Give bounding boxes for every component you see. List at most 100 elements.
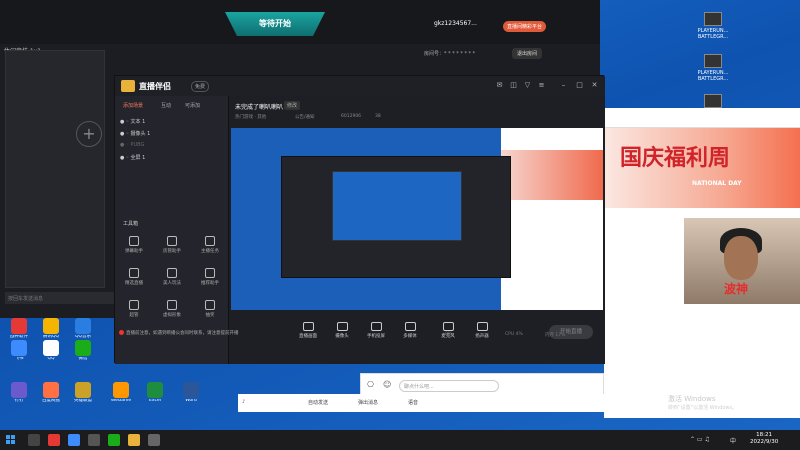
tool-item[interactable]: 超管 <box>119 300 149 318</box>
gift-icon[interactable]: ◫ <box>509 81 518 90</box>
app-icon[interactable] <box>88 434 100 446</box>
desktop-icon-playerunknown-2[interactable]: PLAYERUN... BATTLEGR... <box>690 54 736 82</box>
stream-preview <box>231 128 603 310</box>
tool-item[interactable]: 主播任务 <box>195 236 225 254</box>
alert-icon <box>119 330 124 335</box>
tool-icon <box>129 300 139 310</box>
app-icon[interactable] <box>128 434 140 446</box>
close-icon[interactable]: ✕ <box>590 81 599 90</box>
auto-send-toggle[interactable]: 自动发送 <box>308 399 328 406</box>
minimize-icon[interactable]: – <box>559 81 568 90</box>
ime-indicator[interactable]: 中 <box>730 436 736 445</box>
clock-time: 18:21 <box>756 432 773 438</box>
desktop-icon-label: 飞书 <box>14 357 24 361</box>
chat-message-input[interactable]: 聊点什么吧... <box>399 380 499 392</box>
toolbox-title: 工具箱 <box>123 221 139 227</box>
tool-item[interactable]: 虚拟形象 <box>157 300 187 318</box>
banner-title: 国庆福利周 <box>620 146 731 171</box>
phone-cast-button[interactable]: 手机投屏 <box>359 322 393 339</box>
desktop-icon-10[interactable]: WeGame <box>106 382 136 404</box>
app-icon[interactable] <box>148 434 160 446</box>
add-player-icon[interactable]: + <box>76 121 102 147</box>
app-icon[interactable] <box>68 434 80 446</box>
emoji-icon[interactable]: ☺ <box>383 380 391 389</box>
filter-icon[interactable]: ▽ <box>523 81 532 90</box>
btn-label: 手机投屏 <box>367 334 385 339</box>
preview-banner <box>501 150 603 200</box>
room-label-text: 房间号： <box>424 51 445 57</box>
tray-icons[interactable]: ⌃ ▭ ♫ <box>690 436 710 443</box>
desktop-icon-12[interactable]: Word <box>176 382 206 404</box>
status-memory: 内存 17% <box>545 333 566 338</box>
btn-label: 多媒体 <box>403 334 417 339</box>
app-icon <box>75 318 91 334</box>
desktop-icon-9[interactable]: 英雄联盟 <box>68 382 98 404</box>
tool-icon <box>205 300 215 310</box>
app-icon[interactable] <box>48 434 60 446</box>
tool-item[interactable]: 房管助手 <box>157 236 187 254</box>
desktop-icon-8[interactable]: 百度网盘 <box>36 382 66 404</box>
activate-windows-watermark: 激活 Windows <box>668 395 716 403</box>
tool-icon <box>167 300 177 310</box>
maximize-icon[interactable]: □ <box>575 81 584 90</box>
scene-item[interactable]: ● ◦ PUBG <box>120 142 144 148</box>
gamepad-icon[interactable]: ⎔ <box>367 380 374 389</box>
panel-toolbar <box>604 108 800 128</box>
tab-addable[interactable]: 可添加 <box>185 102 200 109</box>
tool-item[interactable]: 抽奖 <box>195 300 225 318</box>
phone-icon <box>370 322 382 331</box>
status-drop: 0% <box>445 332 453 337</box>
taskbar: ⌃ ▭ ♫ 中 18:21 2022/9/30 <box>0 430 800 450</box>
tab-interact[interactable]: 互动 <box>161 102 171 109</box>
search-icon[interactable] <box>28 434 40 446</box>
app-icon <box>113 382 129 398</box>
clock[interactable]: 18:21 2022/9/30 <box>750 432 778 446</box>
recursive-preview-inner <box>332 171 462 241</box>
notice-link: 公告/通知 <box>295 115 315 120</box>
desktop-icon-4[interactable]: 飞书 <box>4 340 34 362</box>
live-client-header: 等待开始 休闲竞技·1v1 gkz1234567... 直播间精彩平台 房间号：… <box>0 0 600 59</box>
media-button[interactable]: 多媒体 <box>393 322 427 339</box>
popup-toggle[interactable]: 弹出消息 <box>358 399 378 406</box>
menu-icon[interactable]: ≡ <box>537 81 546 90</box>
tool-item[interactable]: 推荐助手 <box>195 268 225 286</box>
username[interactable]: gkz1234567... <box>434 20 477 27</box>
clock-date: 2022/9/30 <box>750 439 779 446</box>
app-icon <box>43 382 59 398</box>
desktop-icon-6[interactable]: 微信 <box>68 340 98 362</box>
scene-item[interactable]: ● ◦ 文本 1 <box>120 118 145 125</box>
desktop-icon-3b[interactable]: QQ音乐 <box>68 318 98 340</box>
voice-toggle[interactable]: 语音 <box>408 399 418 406</box>
start-button[interactable] <box>6 435 16 445</box>
tab-scenes[interactable]: 添加场景 <box>123 102 143 109</box>
desktop-icon-7[interactable]: 钉钉 <box>4 382 34 404</box>
desktop-icon-playerunknown-1[interactable]: PLAYERUN... BATTLEGR... <box>690 12 736 40</box>
room-value: * * * * * * * * <box>444 51 476 57</box>
category: 热门游戏 · 其他 <box>235 115 267 120</box>
scene-item[interactable]: ● ◦ 摄像头 1 <box>120 130 150 137</box>
desktop-icon-1[interactable]: 战神软件 <box>4 318 34 340</box>
app-icon <box>43 340 59 356</box>
live-title: 未完成了喇叭喇叭 <box>235 104 284 111</box>
desktop-icon-11[interactable]: Excel <box>140 382 170 404</box>
desktop-icon-5[interactable]: QQ <box>36 340 66 362</box>
exit-room-button[interactable]: 退出房间 <box>512 48 543 59</box>
edit-title-button[interactable]: 修改 <box>284 101 301 110</box>
tool-item[interactable]: 美人玩法 <box>157 268 187 286</box>
mail-icon[interactable]: ✉ <box>495 81 504 90</box>
volume-icon[interactable]: ♪ <box>242 399 245 405</box>
tool-item[interactable]: 精选直播 <box>119 268 149 286</box>
chat-input[interactable]: 按回车发送消息 <box>5 292 115 304</box>
speaker-button[interactable]: 扬声器 <box>465 322 499 339</box>
scene-item[interactable]: ● ◦ 全屏 1 <box>120 154 145 161</box>
app-icon[interactable] <box>108 434 120 446</box>
desktop-icon-label: 英雄联盟 <box>74 399 92 403</box>
tool-item[interactable]: 弹幕助手 <box>119 236 149 254</box>
app-icon <box>11 340 27 356</box>
tool-label: 精选直播 <box>125 281 143 286</box>
microphone-icon <box>442 322 454 331</box>
desktop-icon-label: Excel <box>149 399 161 403</box>
desktop-icon-2[interactable]: 腾讯QQ <box>36 318 66 340</box>
platform-button[interactable]: 直播间精彩平台 <box>503 21 547 32</box>
desktop-icon-label: PLAYERUN... BATTLEGR... <box>697 28 729 40</box>
